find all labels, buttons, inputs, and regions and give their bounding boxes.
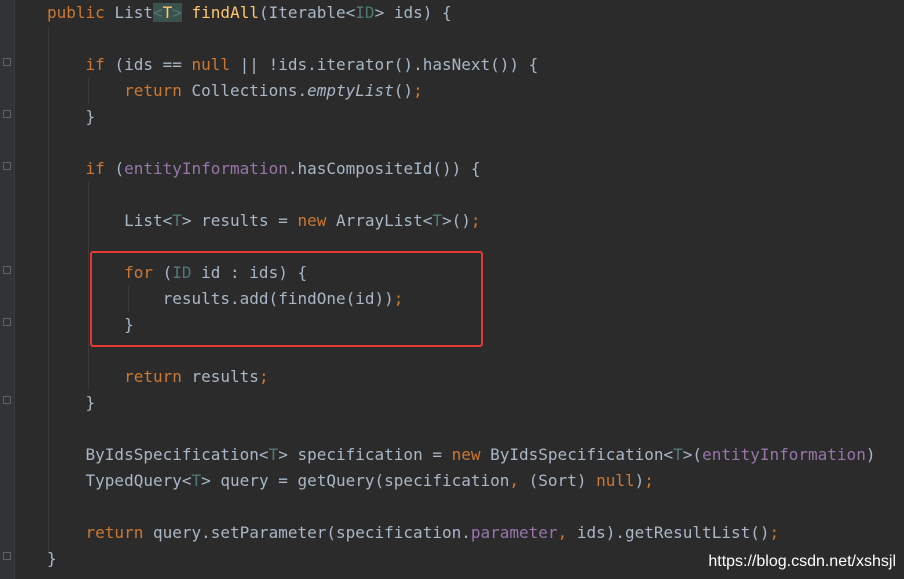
code-token: T	[432, 211, 442, 230]
code-token: (Sort)	[528, 471, 597, 490]
code-token: >(	[682, 445, 703, 464]
code-token: new	[451, 445, 491, 464]
code-line[interactable]: if (entityInformation.hasCompositeId()) …	[47, 156, 481, 182]
code-token: }	[47, 393, 96, 412]
watermark: https://blog.csdn.net/xshsjl	[708, 553, 896, 570]
code-token: >	[172, 3, 182, 22]
code-token: if	[85, 55, 115, 74]
code-token: T	[268, 445, 279, 464]
code-token: ;	[769, 523, 780, 542]
code-line[interactable]: public List<T> findAll(Iterable<ID> ids)…	[47, 0, 452, 26]
code-token: (	[114, 159, 125, 178]
code-token: T	[162, 3, 173, 22]
code-token: List<	[47, 211, 173, 230]
code-token: ByIdsSpecification<	[490, 445, 674, 464]
code-token: Collections.	[191, 81, 308, 100]
code-line[interactable]: return Collections.emptyList();	[47, 78, 423, 104]
code-token: ;	[258, 367, 269, 386]
code-token: null	[596, 471, 635, 490]
code-line[interactable]: }	[47, 390, 96, 416]
code-line[interactable]: TypedQuery<T> query = getQuery(specifica…	[47, 468, 654, 494]
code-line[interactable]: List<T> results = new ArrayList<T>();	[47, 208, 481, 234]
code-token: ()	[393, 81, 414, 100]
code-line[interactable]: return results;	[47, 364, 269, 390]
code-token: findAll	[191, 3, 259, 22]
code-token: public	[47, 3, 115, 22]
code-token: ArrayList<	[336, 211, 433, 230]
code-token: ,	[509, 471, 529, 490]
code-line[interactable]: return query.setParameter(specification.…	[47, 520, 780, 546]
code-line[interactable]: }	[47, 104, 96, 130]
code-token: || !ids.iterator().hasNext()) {	[239, 55, 539, 74]
code-token: > results =	[181, 211, 298, 230]
code-token: )	[865, 445, 876, 464]
code-token: null	[191, 55, 240, 74]
code-token: }	[47, 549, 57, 568]
code-token: ByIdsSpecification<	[47, 445, 269, 464]
code-token: <	[152, 3, 163, 22]
highlight-box	[90, 251, 483, 347]
code-token: emptyList	[307, 81, 394, 100]
code-token: new	[297, 211, 336, 230]
code-token: T	[172, 211, 182, 230]
code-token: List	[114, 3, 153, 22]
code-token: return	[124, 367, 192, 386]
code-token: > specification =	[278, 445, 452, 464]
code-token: }	[47, 107, 96, 126]
code-token: > ids) {	[374, 3, 452, 22]
code-line[interactable]: }	[47, 546, 57, 572]
code-line[interactable]: if (ids == null || !ids.iterator().hasNe…	[47, 52, 539, 78]
code-token: entityInformation	[124, 159, 288, 178]
code-token: TypedQuery<	[47, 471, 192, 490]
code-token: parameter	[470, 523, 558, 542]
code-token: ids).getResultList()	[576, 523, 770, 542]
code-token: )	[634, 471, 645, 490]
code-token: return	[124, 81, 192, 100]
code-token: (Iterable<	[258, 3, 356, 22]
code-token: if	[85, 159, 115, 178]
code-token: ;	[413, 81, 423, 100]
code-token: T	[673, 445, 683, 464]
code-token: ;	[644, 471, 654, 490]
code-token: query.setParameter(specification.	[152, 523, 471, 542]
code-token: entityInformation	[702, 445, 866, 464]
code-token: (ids ==	[114, 55, 192, 74]
code-token: ;	[470, 211, 481, 230]
code-token: ID	[355, 3, 375, 22]
code-editor[interactable]: public List<T> findAll(Iterable<ID> ids)…	[0, 0, 904, 579]
code-token: ,	[557, 523, 577, 542]
code-token: .hasCompositeId()) {	[287, 159, 481, 178]
code-line[interactable]: ByIdsSpecification<T> specification = ne…	[47, 442, 876, 468]
code-token: return	[85, 523, 153, 542]
code-token: >()	[441, 211, 471, 230]
code-token: results	[191, 367, 259, 386]
code-token: > query = getQuery(specification	[201, 471, 510, 490]
code-token: T	[191, 471, 202, 490]
